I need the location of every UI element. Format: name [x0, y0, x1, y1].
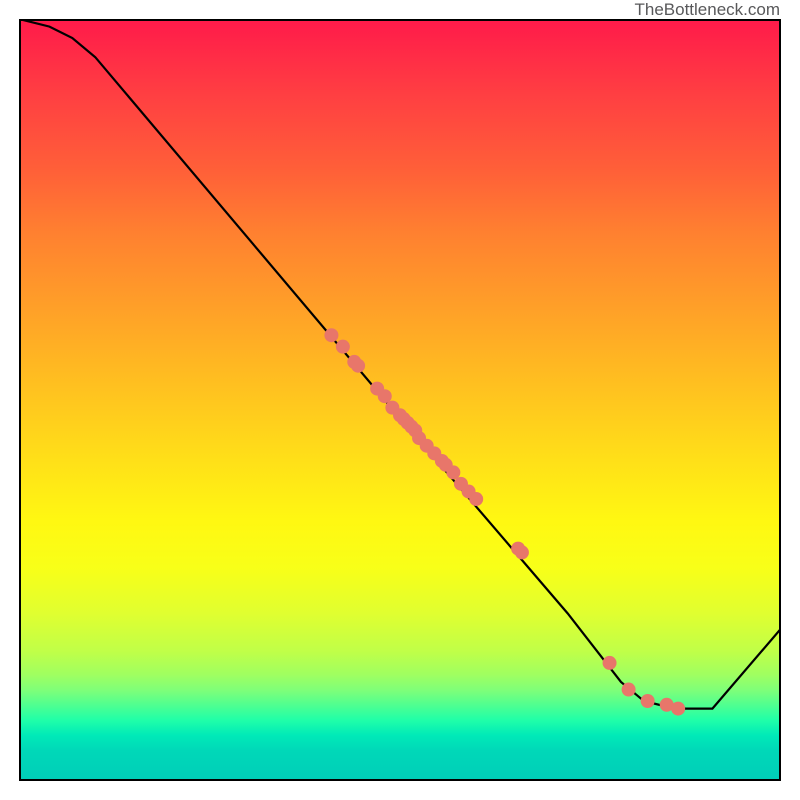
scatter-dot: [671, 702, 685, 716]
scatter-dot: [446, 465, 460, 479]
scatter-dot: [336, 340, 350, 354]
curve-path: [19, 19, 781, 709]
scatter-dot: [469, 492, 483, 506]
scatter-dot: [515, 545, 529, 559]
watermark-text: TheBottleneck.com: [634, 0, 780, 20]
scatter-dot: [351, 359, 365, 373]
scatter-dot: [641, 694, 655, 708]
chart-overlay: [19, 19, 781, 781]
chart-container: TheBottleneck.com: [0, 0, 800, 800]
scatter-dot: [378, 389, 392, 403]
curve-line: [19, 19, 781, 709]
scatter-markers: [324, 328, 685, 715]
scatter-dot: [603, 656, 617, 670]
scatter-dot: [324, 328, 338, 342]
scatter-dot: [622, 683, 636, 697]
